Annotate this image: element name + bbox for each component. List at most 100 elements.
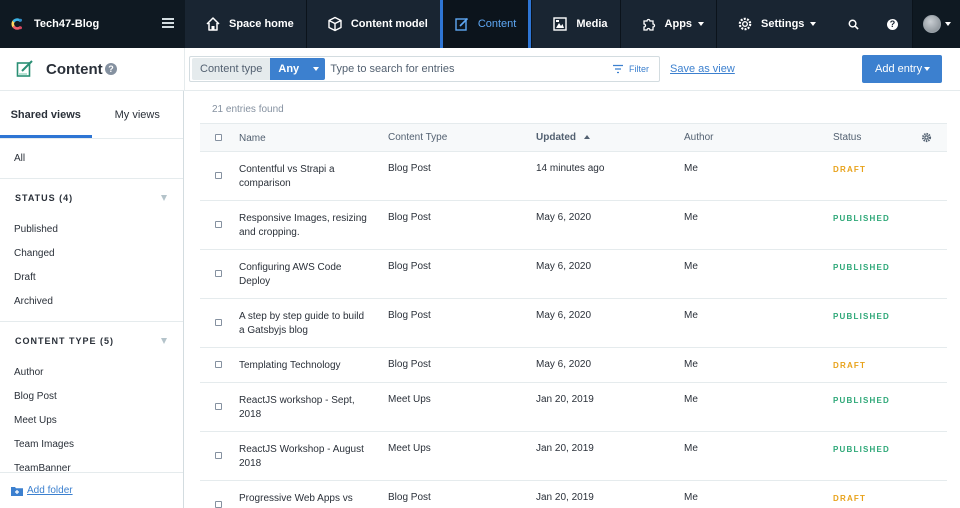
cube-icon <box>328 16 342 32</box>
entry-name: Contentful vs Strapi a comparison <box>239 164 335 189</box>
tab-my-views[interactable]: My views <box>92 91 184 138</box>
add-folder-label: Add folder <box>27 485 73 496</box>
column-name[interactable]: Name <box>239 132 367 146</box>
collapse-icon[interactable] <box>161 195 167 201</box>
help-icon[interactable]: ? <box>105 63 117 75</box>
entry-content-type: Blog Post <box>388 261 431 272</box>
add-entry-button[interactable]: Add entry <box>862 55 942 83</box>
search-button[interactable] <box>834 0 873 48</box>
filter-label: Filter <box>629 64 649 74</box>
entry-updated: May 6, 2020 <box>536 359 592 370</box>
status-folder-header[interactable]: STATUS (4) <box>0 179 183 217</box>
gear-icon[interactable] <box>921 132 932 143</box>
view-blog-post[interactable]: Blog Post <box>0 384 183 408</box>
entry-content-type: Blog Post <box>388 492 431 503</box>
content-type-folder-header[interactable]: CONTENT TYPE (5) <box>0 322 183 360</box>
column-author[interactable]: Author <box>684 132 713 143</box>
nav-content-model[interactable]: Content model <box>305 0 440 48</box>
avatar <box>922 15 941 33</box>
entry-name: ReactJS workshop - Sept, 2018 <box>239 395 355 420</box>
entry-updated: Jan 20, 2019 <box>536 492 594 503</box>
row-checkbox[interactable] <box>215 501 222 508</box>
filter-button[interactable]: Filter <box>613 64 659 74</box>
view-team-images[interactable]: Team Images <box>0 432 183 456</box>
space-name: Tech47-Blog <box>34 18 100 30</box>
status-badge: DRAFT <box>833 494 867 503</box>
status-badge: PUBLISHED <box>833 214 891 223</box>
row-checkbox[interactable] <box>215 270 222 277</box>
puzzle-icon <box>642 18 655 31</box>
tab-shared-views[interactable]: Shared views <box>0 91 92 138</box>
view-all[interactable]: All <box>0 139 183 179</box>
table-row[interactable]: Progressive Web Apps vs Blog Post Jan 20… <box>200 481 947 508</box>
sort-ascending-icon <box>584 135 590 140</box>
collapse-icon[interactable] <box>161 338 167 344</box>
add-folder-button[interactable]: Add folder <box>0 472 183 508</box>
column-content-type[interactable]: Content Type <box>388 132 447 143</box>
view-author[interactable]: Author <box>0 360 183 384</box>
page-header: Content ? Content type Any Filter Save a… <box>0 48 960 91</box>
view-draft[interactable]: Draft <box>0 265 183 289</box>
entry-content-type: Meet Ups <box>388 443 431 454</box>
save-as-view-link[interactable]: Save as view <box>670 63 735 75</box>
column-updated-label: Updated <box>536 132 576 143</box>
views-tabs: Shared views My views <box>0 91 183 139</box>
row-checkbox[interactable] <box>215 361 222 368</box>
entries-table: Name Content Type Updated Author Status … <box>200 123 947 508</box>
view-changed[interactable]: Changed <box>0 241 183 265</box>
help-button[interactable]: ? <box>873 0 912 48</box>
nav-apps[interactable]: Apps <box>619 0 717 48</box>
table-row[interactable]: ReactJS workshop - Sept, 2018 Meet Ups J… <box>200 383 947 432</box>
row-checkbox[interactable] <box>215 403 222 410</box>
chevron-down-icon <box>810 22 817 26</box>
entry-name: Templating Technology <box>239 360 341 371</box>
entry-name: Configuring AWS Code Deploy <box>239 262 342 287</box>
nav-media[interactable]: Media <box>531 0 619 48</box>
table-row[interactable]: A step by step guide to build a Gatsbyjs… <box>200 299 947 348</box>
entry-content-type: Blog Post <box>388 359 431 370</box>
nav-right: ? <box>834 0 960 48</box>
table-row[interactable]: Contentful vs Strapi a comparison Blog P… <box>200 152 947 201</box>
nav-space-home[interactable]: Space home <box>185 0 306 48</box>
nav-label: Settings <box>761 18 805 30</box>
content-type-select[interactable]: Any <box>270 58 326 80</box>
select-all-checkbox[interactable] <box>215 134 222 141</box>
page-title: Content <box>46 61 103 78</box>
table-row[interactable]: ReactJS Workshop - August 2018 Meet Ups … <box>200 432 947 481</box>
account-menu[interactable] <box>912 0 960 48</box>
table-row[interactable]: Configuring AWS Code Deploy Blog Post Ma… <box>200 250 947 299</box>
home-icon <box>206 17 220 31</box>
content-type-value: Any <box>278 63 300 75</box>
search-input[interactable] <box>330 58 613 80</box>
column-status[interactable]: Status <box>833 132 861 143</box>
entry-author: Me <box>684 163 698 174</box>
view-archived[interactable]: Archived <box>0 289 183 313</box>
row-checkbox[interactable] <box>215 221 222 228</box>
status-badge: PUBLISHED <box>833 312 891 321</box>
nav-content[interactable]: Content <box>439 0 532 48</box>
status-badge: PUBLISHED <box>833 445 891 454</box>
entries-count: 21 entries found <box>212 104 284 115</box>
row-checkbox[interactable] <box>215 172 222 179</box>
menu-icon[interactable] <box>162 18 174 28</box>
nav-settings[interactable]: Settings <box>716 0 828 48</box>
space-switcher[interactable]: Tech47-Blog <box>0 0 185 48</box>
view-meet-ups[interactable]: Meet Ups <box>0 408 183 432</box>
chevron-down-icon <box>924 67 930 71</box>
entry-updated: 14 minutes ago <box>536 163 605 174</box>
row-checkbox[interactable] <box>215 319 222 326</box>
entry-updated: Jan 20, 2019 <box>536 394 594 405</box>
row-checkbox[interactable] <box>215 452 222 459</box>
entry-updated: May 6, 2020 <box>536 212 592 223</box>
entry-name: Responsive Images, resizing and cropping… <box>239 213 367 238</box>
entry-author: Me <box>684 310 698 321</box>
table-row[interactable]: Templating Technology Blog Post May 6, 2… <box>200 348 947 383</box>
filter-icon <box>613 64 623 74</box>
content-type-label: Content type <box>192 58 271 80</box>
column-updated[interactable]: Updated <box>536 132 590 143</box>
table-row[interactable]: Responsive Images, resizing and cropping… <box>200 201 947 250</box>
entry-name: ReactJS Workshop - August 2018 <box>239 444 364 469</box>
view-published[interactable]: Published <box>0 217 183 241</box>
content-type-folder-title: CONTENT TYPE (5) <box>15 336 115 346</box>
chevron-down-icon <box>313 67 320 71</box>
